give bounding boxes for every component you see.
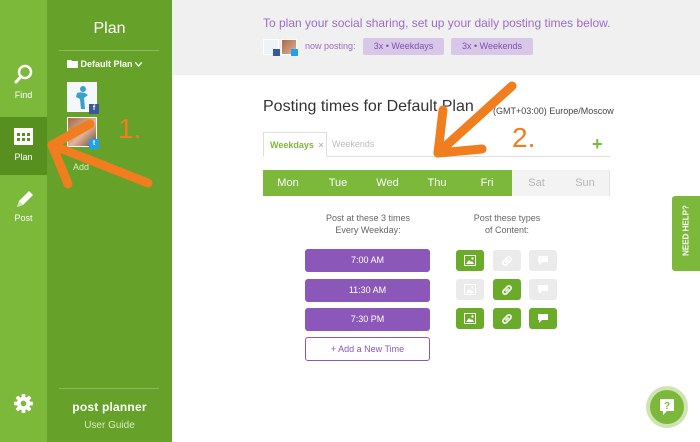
nav-item-label: Post — [14, 213, 33, 223]
pencil-icon — [17, 191, 33, 207]
content-image-toggle[interactable] — [456, 308, 484, 329]
content-text-toggle[interactable] — [529, 279, 557, 300]
day-wed[interactable]: Wed — [363, 170, 412, 196]
nav-item-label: Plan — [14, 152, 33, 162]
comment-icon — [538, 285, 548, 294]
add-plan-icon[interactable]: + — [592, 134, 603, 155]
day-fri[interactable]: Fri — [462, 170, 512, 196]
timezone-label[interactable]: (GMT+03:00) Europe/Moscow — [493, 106, 614, 116]
page-title: Posting times for Default Plan — [263, 98, 474, 115]
help-chat-button[interactable]: ? — [650, 390, 684, 424]
nav-item-find[interactable]: Find — [0, 58, 47, 116]
search-icon — [14, 64, 33, 84]
divider — [59, 50, 159, 51]
day-sun[interactable]: Sun — [561, 170, 610, 196]
types-header-line: Post these types — [473, 213, 541, 223]
nav-rail: Find Plan Post — [0, 0, 47, 442]
annotation-step-2: 2. — [512, 122, 536, 153]
times-header: Post at these 3 times Every Weekday: — [305, 212, 431, 236]
plan-panel: Plan Default Plan f t Add post planner U… — [47, 0, 172, 442]
user-guide-link[interactable]: User Guide — [47, 420, 172, 431]
annotation-arrow-2-head-b — [433, 144, 487, 158]
add-time-button[interactable]: + Add a New Time — [305, 337, 430, 361]
time-button[interactable]: 11:30 AM — [305, 279, 430, 302]
panel-title: Plan — [93, 20, 126, 37]
banner-avatar-facebook — [263, 39, 280, 56]
time-button[interactable]: 7:30 PM — [305, 308, 430, 331]
account-avatar-twitter[interactable]: t — [67, 117, 99, 149]
annotation-arrow-2 — [433, 81, 517, 158]
link-icon — [502, 256, 512, 266]
content-text-toggle[interactable] — [529, 308, 557, 329]
info-banner: To plan your social sharing, set up your… — [172, 0, 700, 75]
gear-icon[interactable] — [14, 394, 33, 413]
facebook-icon: f — [89, 104, 99, 114]
content-image-toggle[interactable] — [456, 279, 484, 300]
plan-dropdown[interactable]: Default Plan — [67, 59, 143, 69]
image-icon — [464, 313, 476, 324]
chip-weekdays[interactable]: 3x • Weekdays — [363, 38, 444, 55]
day-thu[interactable]: Thu — [412, 170, 462, 196]
comment-icon — [538, 314, 548, 323]
svg-text:?: ? — [664, 401, 670, 412]
need-help-tab[interactable]: NEED HELP? — [672, 196, 700, 271]
postplanner-logo: post planner — [72, 400, 147, 414]
image-icon — [464, 284, 476, 295]
day-tue[interactable]: Tue — [313, 170, 363, 196]
chip-weekends[interactable]: 3x • Weekends — [451, 38, 533, 55]
link-icon — [502, 285, 512, 295]
close-icon[interactable]: × — [318, 140, 323, 150]
now-posting-label: now posting: — [305, 41, 356, 51]
twitter-icon: t — [89, 139, 99, 149]
annotation-step-1: 1. — [118, 113, 142, 144]
content-text-toggle[interactable] — [529, 250, 557, 271]
twitter-icon — [291, 49, 298, 56]
time-button[interactable]: 7:00 AM — [305, 249, 430, 272]
banner-message: To plan your social sharing, set up your… — [263, 16, 611, 30]
day-mon[interactable]: Mon — [263, 170, 313, 196]
content-link-toggle[interactable] — [493, 250, 521, 271]
link-icon — [502, 314, 512, 324]
calendar-icon — [14, 128, 33, 145]
nav-item-post[interactable]: Post — [0, 185, 47, 243]
tab-label: Weekdays — [270, 140, 314, 150]
divider — [59, 388, 159, 389]
comment-icon — [538, 256, 548, 265]
times-header-line: Post at these 3 times — [325, 213, 411, 223]
tab-weekends[interactable]: Weekends — [332, 132, 392, 157]
day-sat[interactable]: Sat — [512, 170, 561, 196]
types-header: Post these types of Content: — [444, 212, 570, 236]
content-image-toggle[interactable] — [456, 250, 484, 271]
times-header-line: Every Weekday: — [335, 225, 401, 235]
nav-item-label: Find — [14, 90, 33, 100]
annotation-arrow-2-head-a — [433, 105, 448, 158]
banner-avatar-twitter — [281, 39, 298, 56]
chevron-down-icon — [134, 61, 143, 67]
add-account-link[interactable]: Add — [73, 162, 89, 172]
plan-dropdown-label: Default Plan — [80, 59, 133, 69]
types-header-line: of Content: — [484, 225, 530, 235]
need-help-label: NEED HELP? — [681, 205, 691, 256]
image-icon — [464, 255, 476, 266]
facebook-icon — [273, 49, 280, 56]
nav-item-plan[interactable]: Plan — [0, 117, 47, 175]
account-avatar-facebook[interactable]: f — [67, 82, 99, 114]
tab-weekdays[interactable]: Weekdays × — [263, 132, 327, 157]
tab-label: Weekends — [332, 139, 375, 149]
content-link-toggle[interactable] — [493, 279, 521, 300]
chat-question-icon: ? — [660, 399, 674, 415]
folder-icon — [67, 60, 78, 68]
content-link-toggle[interactable] — [493, 308, 521, 329]
